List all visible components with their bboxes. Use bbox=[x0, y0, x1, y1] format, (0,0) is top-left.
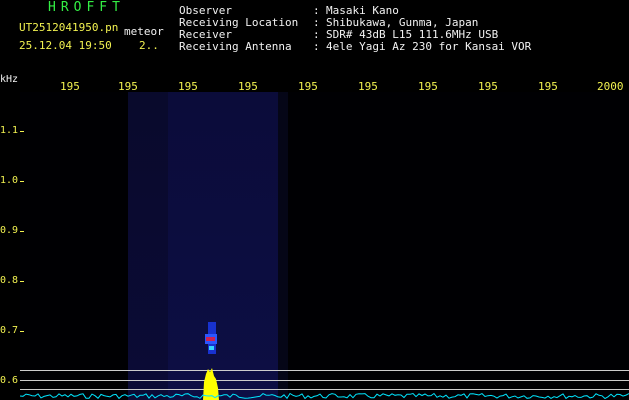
x-tick-label: 195 bbox=[118, 81, 138, 93]
antenna-colon: : bbox=[313, 40, 320, 53]
y-tick-mark bbox=[20, 281, 24, 282]
x-tick-label: 195 bbox=[538, 81, 558, 93]
x-tick-label: 2000 bbox=[597, 81, 624, 93]
echo-peak bbox=[206, 337, 215, 341]
y-tick-mark bbox=[20, 181, 24, 182]
timestamp: 25.12.04 19:50 bbox=[19, 39, 112, 52]
noise-floor bbox=[20, 392, 629, 400]
y-tick-label: 0.7 bbox=[0, 325, 19, 336]
x-tick-label: 195 bbox=[178, 81, 198, 93]
reference-line bbox=[20, 370, 629, 371]
y-tick-mark bbox=[20, 331, 24, 332]
signal-band-left bbox=[128, 92, 168, 400]
count-value: 2.. bbox=[139, 39, 159, 52]
x-tick-label: 195 bbox=[478, 81, 498, 93]
signal-band-center bbox=[168, 92, 278, 400]
x-tick-label: 195 bbox=[238, 81, 258, 93]
y-axis-unit: kHz bbox=[0, 74, 19, 85]
y-tick-label: 1.1 bbox=[0, 125, 19, 136]
x-tick-label: 195 bbox=[358, 81, 378, 93]
x-tick-label: 195 bbox=[298, 81, 318, 93]
antenna-label: Receiving Antenna bbox=[179, 40, 292, 53]
app-title: HROFFT bbox=[48, 0, 125, 15]
antenna-value: 4ele Yagi Az 230 for Kansai VOR bbox=[326, 40, 532, 53]
y-tick-label: 0.9 bbox=[0, 225, 19, 236]
noise-trace bbox=[20, 392, 629, 400]
reference-line bbox=[20, 380, 629, 381]
mode-label: meteor bbox=[124, 25, 164, 38]
file-name: UT2512041950.pn bbox=[19, 21, 119, 34]
reference-line bbox=[20, 389, 629, 390]
signal-band-edge bbox=[278, 92, 288, 400]
x-tick-label: 195 bbox=[60, 81, 80, 93]
x-tick-label: 195 bbox=[418, 81, 438, 93]
y-tick-mark bbox=[20, 231, 24, 232]
y-tick-label: 0.8 bbox=[0, 275, 19, 286]
y-tick-label: 1.0 bbox=[0, 175, 19, 186]
spectrogram bbox=[20, 92, 629, 400]
meteor-echo bbox=[205, 322, 217, 354]
y-tick-label: 0.6 bbox=[0, 375, 19, 386]
y-tick-mark bbox=[20, 131, 24, 132]
echo-tail bbox=[209, 346, 214, 350]
